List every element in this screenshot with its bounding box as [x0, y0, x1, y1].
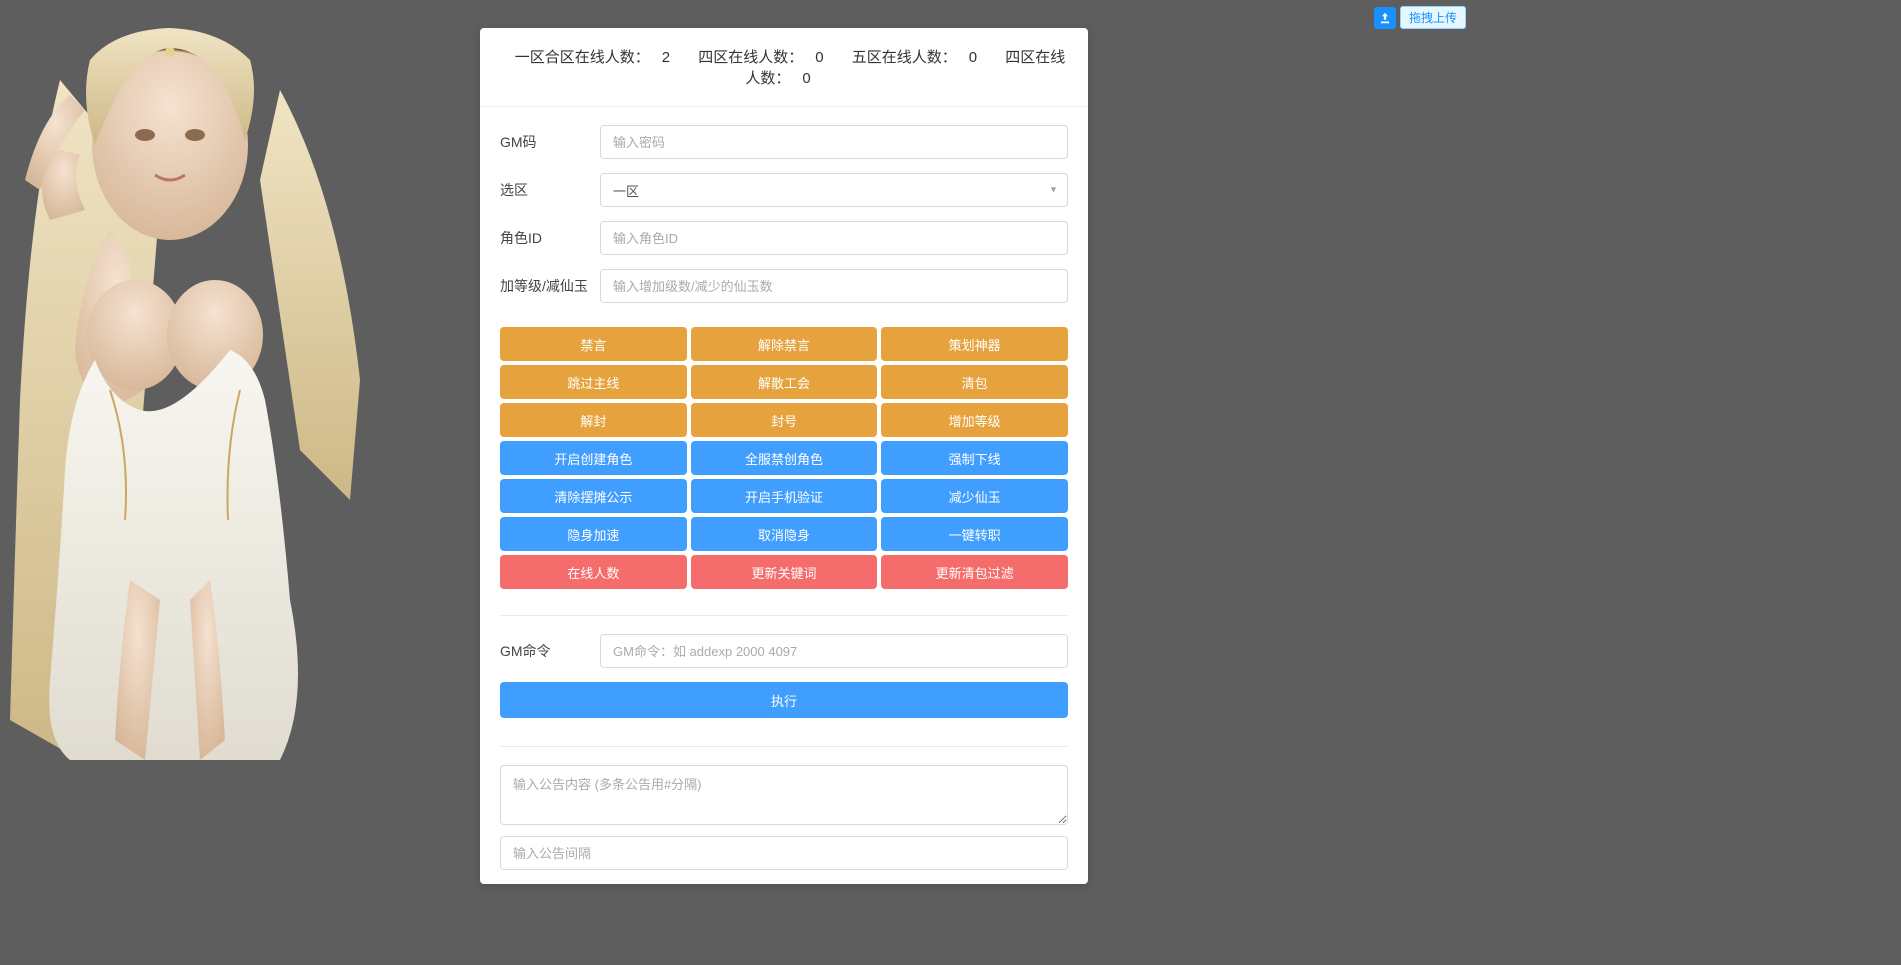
cloud-upload-icon	[1374, 7, 1396, 29]
update-keywords-button[interactable]: 更新关键词	[691, 555, 878, 589]
announcement-interval-input[interactable]	[500, 836, 1068, 870]
enable-phone-verify-button[interactable]: 开启手机验证	[691, 479, 878, 513]
stealth-speed-button[interactable]: 隐身加速	[500, 517, 687, 551]
upload-widget: 拖拽上传	[1374, 6, 1466, 29]
character-illustration	[0, 0, 420, 770]
online-stats-header: 一区合区在线人数：2 四区在线人数：0 五区在线人数：0 四区在线人数：0	[480, 28, 1088, 107]
unban-button[interactable]: 解封	[500, 403, 687, 437]
skip-main-button[interactable]: 跳过主线	[500, 365, 687, 399]
mute-button[interactable]: 禁言	[500, 327, 687, 361]
gm-code-label: GM码	[500, 132, 600, 152]
role-id-label: 角色ID	[500, 228, 600, 248]
execute-button[interactable]: 执行	[500, 682, 1068, 718]
level-label: 加等级/减仙玉	[500, 276, 600, 296]
one-click-class-change-button[interactable]: 一键转职	[881, 517, 1068, 551]
disable-create-role-button[interactable]: 全服禁创角色	[691, 441, 878, 475]
clear-stall-notice-button[interactable]: 清除摆摊公示	[500, 479, 687, 513]
disband-guild-button[interactable]: 解散工会	[691, 365, 878, 399]
clear-bag-button[interactable]: 清包	[881, 365, 1068, 399]
gm-command-label: GM命令	[500, 641, 600, 661]
enable-create-role-button[interactable]: 开启创建角色	[500, 441, 687, 475]
divider-2	[500, 746, 1068, 747]
announcement-section	[480, 765, 1088, 884]
zone5-stat: 五区在线人数：0	[846, 49, 983, 66]
reduce-jade-button[interactable]: 减少仙玉	[881, 479, 1068, 513]
gm-code-input[interactable]	[600, 125, 1068, 159]
update-clearbag-filter-button[interactable]: 更新清包过滤	[881, 555, 1068, 589]
unmute-button[interactable]: 解除禁言	[691, 327, 878, 361]
design-artifact-button[interactable]: 策划神器	[881, 327, 1068, 361]
announcement-content-input[interactable]	[500, 765, 1068, 825]
zone-select[interactable]	[600, 173, 1068, 207]
zone4a-stat: 四区在线人数：0	[692, 49, 829, 66]
online-count-button[interactable]: 在线人数	[500, 555, 687, 589]
gm-admin-panel: 一区合区在线人数：2 四区在线人数：0 五区在线人数：0 四区在线人数：0 GM…	[480, 28, 1088, 884]
action-button-grid: 禁言 解除禁言 策划神器 跳过主线 解散工会 清包 解封 封号 增加等级 开启创…	[480, 327, 1088, 605]
drag-upload-button[interactable]: 拖拽上传	[1400, 6, 1466, 29]
add-level-button[interactable]: 增加等级	[881, 403, 1068, 437]
zone-select-label: 选区	[500, 180, 600, 200]
force-offline-button[interactable]: 强制下线	[881, 441, 1068, 475]
role-id-input[interactable]	[600, 221, 1068, 255]
zone1-stat: 一区合区在线人数：2	[509, 49, 676, 66]
input-form: GM码 选区 ▾ 角色ID 加等级/减仙玉	[480, 107, 1088, 327]
cancel-stealth-button[interactable]: 取消隐身	[691, 517, 878, 551]
gm-command-input[interactable]	[600, 634, 1068, 668]
divider	[500, 615, 1068, 616]
level-input[interactable]	[600, 269, 1068, 303]
ban-button[interactable]: 封号	[691, 403, 878, 437]
gm-command-section: GM命令 执行	[480, 634, 1088, 736]
